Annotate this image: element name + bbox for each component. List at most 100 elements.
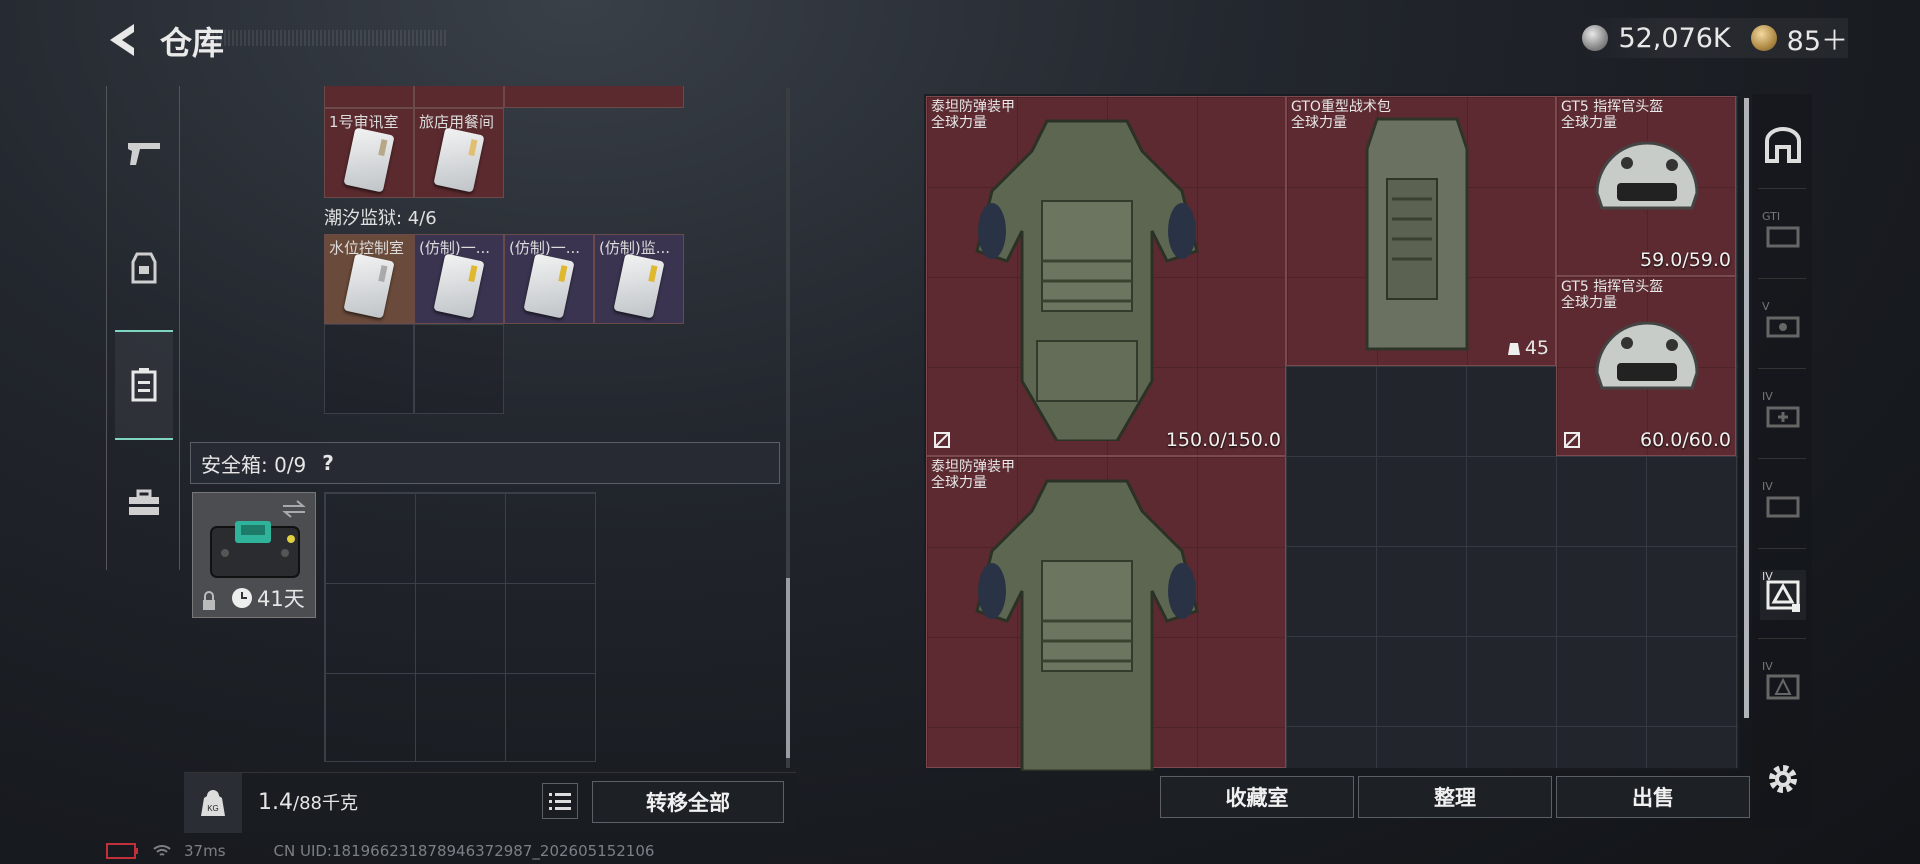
empty-slot[interactable] [324, 324, 414, 414]
warehouse-screen: { "header": {"title": "仓库", "silver": "5… [0, 0, 1920, 864]
sort-button[interactable]: 整理 [1358, 776, 1552, 818]
sell-button[interactable]: 出售 [1556, 776, 1750, 818]
pistol-icon [128, 143, 160, 165]
back-arrow-icon[interactable] [104, 20, 146, 60]
clock-icon [232, 588, 252, 608]
collection-room-button[interactable]: 收藏室 [1160, 776, 1354, 818]
helmet-item[interactable]: GT5 指挥官头盔 全球力量 60.0/60.0 [1556, 276, 1736, 456]
backpack-large-icon [1365, 117, 1469, 351]
bag-capacity-icon [1507, 343, 1520, 355]
container-tab[interactable]: GTI [1760, 210, 1806, 260]
svg-text:KG: KG [207, 804, 219, 813]
armor-item[interactable]: 泰坦防弹装甲 全球力量 150.0/150.0 [926, 96, 1286, 456]
left-category-nav [106, 86, 180, 570]
case-icon [1766, 316, 1800, 338]
item-title: GT5 指挥官头盔 [1561, 99, 1664, 115]
keycard-item[interactable]: (仿制)监... [594, 234, 684, 324]
empty-slot[interactable] [414, 324, 504, 414]
item-partial[interactable] [414, 86, 504, 108]
toolbox-tab[interactable] [117, 476, 171, 530]
item-label: 1号审讯室 [329, 113, 399, 131]
weapon-tab[interactable] [117, 126, 171, 180]
status-line: 37ms CN UID:1819662318789463729​87_20260… [106, 842, 654, 860]
scroll-thumb[interactable] [786, 578, 790, 758]
keycard-icon [433, 127, 485, 193]
divider [1758, 638, 1806, 639]
safebox-header: 安全箱: 0/9 ? [190, 442, 780, 484]
container-tab[interactable]: IV [1760, 660, 1806, 710]
durability: 59.0/59.0 [1639, 249, 1731, 271]
divider [1758, 548, 1806, 549]
backpack-item[interactable]: GTO重型战术包 全球力量 45 [1286, 96, 1556, 366]
tier-label: V [1762, 300, 1770, 313]
container-tab[interactable]: IV [1760, 480, 1806, 530]
settings-button[interactable] [1760, 754, 1806, 804]
item-label: (仿制)一... [419, 239, 491, 257]
weight-text: 1.4/88千克 [258, 789, 358, 815]
uid: CN UID:1819662318789463729​87_2026051521… [273, 842, 655, 860]
keycard-item[interactable]: (仿制)一... [414, 234, 504, 324]
silver-coin-icon [1582, 25, 1609, 51]
toolbox-icon [129, 489, 159, 515]
swap-icon[interactable] [281, 499, 307, 519]
list-view-button[interactable] [542, 783, 578, 819]
equipment-panel: 泰坦防弹装甲 全球力量 150.0/150.0 GTO重型战术包 全球力量 45 G… [924, 94, 1740, 771]
divider [1758, 188, 1806, 189]
house-icon [1765, 127, 1801, 163]
helmet-icon [1595, 141, 1699, 210]
expiry-info: 41天 [231, 583, 305, 613]
safebox-grid[interactable] [324, 492, 596, 762]
keycard-icon [613, 253, 665, 319]
silver-amount: 52,076K [1618, 22, 1731, 54]
case-icon [1766, 226, 1800, 248]
title-decoration [208, 30, 448, 46]
keycard-item[interactable]: (仿制)一... [504, 234, 594, 324]
repair-icon [1564, 432, 1580, 448]
safebox-title: 安全箱: 0/9 [201, 452, 307, 477]
container-tab[interactable]: IV [1760, 390, 1806, 440]
armor-item[interactable]: 泰坦防弹装甲 全球力量 [926, 456, 1286, 771]
tier-label: IV [1762, 660, 1773, 673]
case-icon [1766, 674, 1800, 700]
durability: 150.0/150.0 [1165, 429, 1281, 451]
right-container-nav: GTI V IV IV IV IV [1752, 94, 1812, 828]
container-tab-active[interactable]: IV [1760, 570, 1806, 620]
helmet-icon [1595, 321, 1699, 390]
scroll-thumb[interactable] [1744, 98, 1749, 718]
keycard-item[interactable]: 旅店用餐间 [414, 108, 504, 198]
section-title: 潮汐监狱: 4/6 [324, 208, 437, 229]
help-icon[interactable]: ? [322, 451, 334, 475]
storage-tab[interactable] [115, 330, 173, 440]
item-partial[interactable] [504, 86, 684, 108]
armor-vest-icon [975, 119, 1199, 441]
storage-panel: 1号审讯室 旅店用餐间 潮汐监狱: 4/6 水位控制室 (仿制)一... (仿制… [184, 86, 796, 833]
storage-home-tab[interactable] [1760, 120, 1806, 170]
battery-icon [106, 843, 138, 859]
gold-amount[interactable]: 85＋ [1787, 19, 1848, 58]
divider [1758, 458, 1806, 459]
gold-coin-icon [1750, 25, 1777, 51]
left-scrollbar[interactable] [786, 88, 790, 768]
kettlebell-icon: KG [201, 790, 225, 816]
repair-icon [934, 432, 950, 448]
keycard-item[interactable]: 水位控制室 [324, 234, 414, 324]
tier-label: IV [1762, 480, 1773, 493]
list-icon [549, 793, 571, 810]
keycard-icon [433, 253, 485, 319]
safebox-item[interactable]: 41天 [192, 492, 316, 618]
right-scrollbar[interactable] [1744, 98, 1749, 718]
backpack-tab[interactable] [117, 240, 171, 294]
item-partial[interactable] [324, 86, 414, 108]
keycard-icon [343, 127, 395, 193]
keycard-icon [343, 253, 395, 319]
container-tab[interactable]: V [1760, 300, 1806, 350]
tier-label: GTI [1762, 210, 1781, 223]
item-title: GT5 指挥官头盔 [1561, 279, 1664, 295]
keycard-item[interactable]: 1号审讯室 [324, 108, 414, 198]
keycard-icon [523, 253, 575, 319]
weight-value: 1.4 [258, 790, 293, 815]
transfer-all-button[interactable]: 转移全部 [592, 781, 784, 823]
tier-label: IV [1762, 390, 1773, 403]
helmet-item[interactable]: GT5 指挥官头盔 全球力量 59.0/59.0 [1556, 96, 1736, 276]
item-label: 旅店用餐间 [419, 113, 495, 131]
